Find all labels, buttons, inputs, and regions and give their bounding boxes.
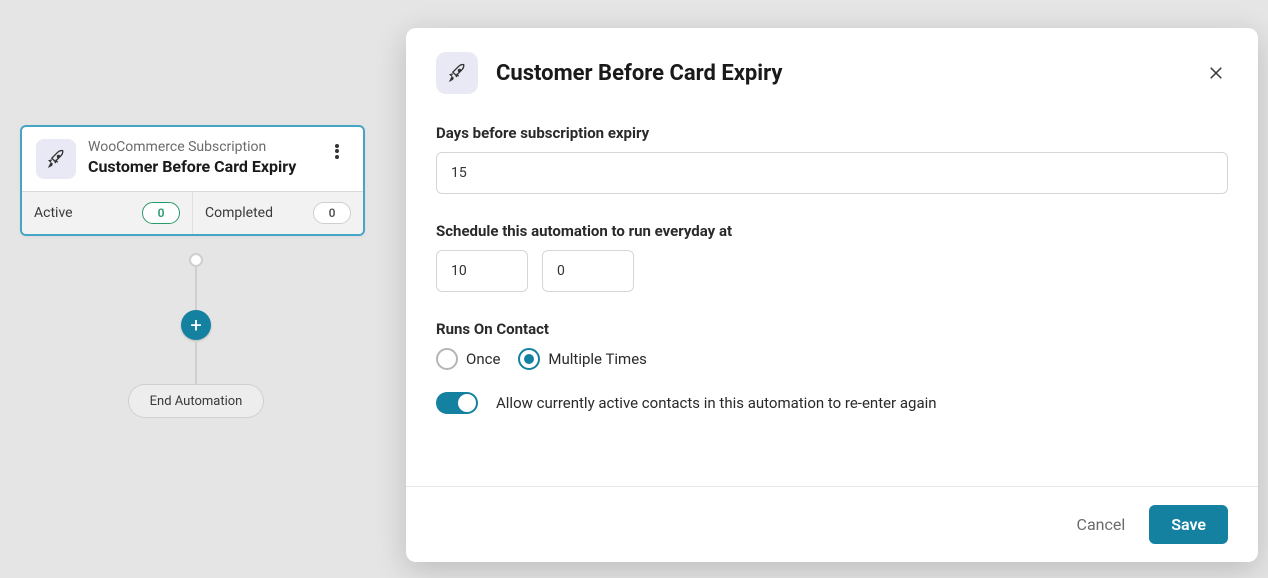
stat-completed-label: Completed	[205, 205, 273, 221]
modal-title: Customer Before Card Expiry	[496, 61, 1186, 86]
days-before-label: Days before subscription expiry	[436, 124, 1228, 142]
reenter-label: Allow currently active contacts in this …	[496, 394, 937, 412]
radio-icon	[436, 348, 458, 370]
end-automation-label: End Automation	[150, 394, 243, 409]
plus-icon: +	[190, 313, 201, 337]
schedule-minute-input[interactable]	[542, 250, 634, 292]
runs-multiple-label: Multiple Times	[548, 350, 646, 368]
runs-once-label: Once	[466, 350, 500, 368]
node-title: Customer Before Card Expiry	[88, 157, 313, 177]
radio-checked-icon	[518, 348, 540, 370]
flow-trigger-node[interactable]: WooCommerce Subscription Customer Before…	[20, 125, 365, 236]
close-icon	[1207, 64, 1225, 82]
node-subtitle: WooCommerce Subscription	[88, 139, 313, 155]
rocket-icon	[436, 52, 478, 94]
node-menu-button[interactable]	[325, 139, 349, 163]
connector-line	[195, 340, 197, 384]
end-automation-node[interactable]: End Automation	[128, 384, 264, 418]
save-button[interactable]: Save	[1149, 505, 1228, 544]
runs-on-contact-label: Runs On Contact	[436, 320, 1228, 338]
add-step-button[interactable]: +	[181, 310, 211, 340]
close-button[interactable]	[1204, 61, 1228, 85]
vertical-dots-icon	[335, 142, 339, 160]
runs-multiple-option[interactable]: Multiple Times	[518, 348, 646, 370]
stat-completed-count: 0	[313, 202, 351, 224]
settings-modal: Customer Before Card Expiry Days before …	[406, 28, 1258, 562]
runs-once-option[interactable]: Once	[436, 348, 500, 370]
days-before-input[interactable]	[436, 152, 1228, 194]
cancel-button[interactable]: Cancel	[1077, 515, 1126, 534]
stat-completed[interactable]: Completed 0	[192, 192, 363, 234]
reenter-toggle[interactable]	[436, 392, 478, 414]
connector-line	[195, 267, 197, 311]
rocket-icon	[36, 139, 76, 179]
node-output-port[interactable]	[189, 253, 203, 267]
schedule-hour-input[interactable]	[436, 250, 528, 292]
stat-active-label: Active	[34, 205, 73, 221]
stat-active[interactable]: Active 0	[22, 192, 192, 234]
schedule-label: Schedule this automation to run everyday…	[436, 222, 1228, 240]
stat-active-count: 0	[142, 202, 180, 224]
